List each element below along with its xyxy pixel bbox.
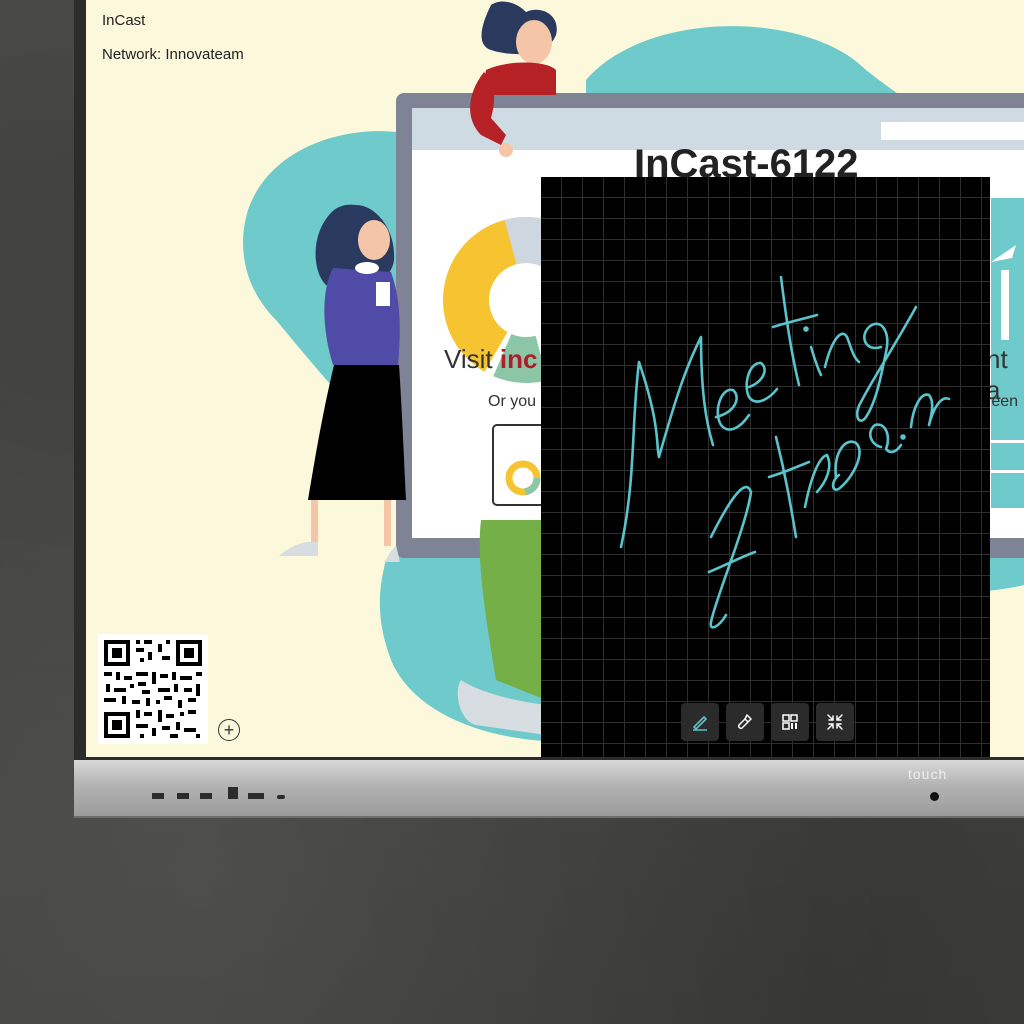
pen-icon (693, 716, 707, 731)
visit-link[interactable]: inc (500, 344, 538, 374)
hdmi-port (248, 793, 264, 799)
network-label: Network: Innovateam (102, 46, 244, 63)
minimize-tool-button[interactable] (816, 703, 854, 741)
display-lower-frame: touch (74, 760, 1024, 818)
usb-b-port (228, 787, 238, 799)
usb-port (152, 793, 164, 799)
collapse-arrows-icon (827, 714, 843, 730)
alt-instruction: Or you (488, 393, 537, 410)
qr-code-icon (782, 714, 798, 730)
whiteboard-toolbar (681, 703, 854, 741)
handwriting-meeting-at-10am (619, 275, 951, 629)
brand-logo: touch (908, 766, 948, 782)
usb-c-port (277, 795, 285, 799)
visit-instruction: Visit inc (444, 344, 537, 375)
brush-tool-button[interactable] (726, 703, 764, 741)
usb-port (177, 793, 189, 799)
ir-sensor (930, 792, 939, 801)
qr-code[interactable] (98, 634, 208, 744)
add-button[interactable]: + (218, 719, 240, 741)
pen-tool-button[interactable] (681, 703, 719, 741)
whiteboard-panel[interactable] (541, 177, 990, 757)
brush-icon (738, 714, 752, 729)
info-title: InCast (102, 12, 146, 29)
visit-prefix: Visit (444, 344, 500, 374)
qr-tool-button[interactable] (771, 703, 809, 741)
usb-port (200, 793, 212, 799)
